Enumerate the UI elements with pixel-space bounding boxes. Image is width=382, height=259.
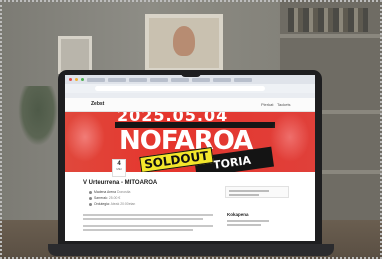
description-line xyxy=(83,218,203,220)
banner-strip-text: TORIA xyxy=(212,153,252,172)
browser-tab[interactable] xyxy=(87,77,105,82)
ticket-box-line xyxy=(229,190,269,192)
portrait-figure xyxy=(173,26,195,56)
schedule-value: Ateak 20:00etan xyxy=(110,202,136,206)
description-line xyxy=(83,225,213,227)
venue-city: Donostia xyxy=(117,190,131,194)
date-month: MEI xyxy=(116,167,122,171)
venue-label: Madena Arena xyxy=(94,190,117,194)
price-label: Sarrerak: xyxy=(94,196,109,200)
window-minimize-dot[interactable] xyxy=(75,78,78,81)
description-line xyxy=(83,229,193,231)
camera-notch xyxy=(181,70,201,77)
url-field[interactable] xyxy=(95,86,265,91)
schedule-label: Ordutegia: xyxy=(94,202,111,206)
window-close-dot[interactable] xyxy=(69,78,72,81)
nav-link[interactable]: Tackets xyxy=(277,102,291,107)
browser-tab[interactable] xyxy=(234,77,252,82)
ticket-box-line xyxy=(229,194,259,196)
background-blur xyxy=(65,112,105,162)
browser-tab[interactable] xyxy=(129,77,147,82)
browser-tab[interactable] xyxy=(108,77,126,82)
description-line xyxy=(83,214,213,216)
event-date-badge: 4 MEI xyxy=(112,159,126,177)
ticket-icon xyxy=(89,196,92,200)
event-schedule: Ordutegia: Ateak 20:00etan xyxy=(89,202,135,206)
price-value: 25.00 € xyxy=(108,196,121,200)
event-venue: Madena Arena Donostia xyxy=(89,190,130,194)
location-line xyxy=(227,220,269,222)
laptop-base xyxy=(48,244,334,256)
location-icon xyxy=(89,190,92,194)
clock-icon xyxy=(89,202,92,206)
plant xyxy=(18,86,58,146)
browser-tab[interactable] xyxy=(213,77,231,82)
wall-picture-frame xyxy=(58,36,92,74)
address-bar xyxy=(65,84,315,93)
browser-tab[interactable] xyxy=(150,77,168,82)
background-blur xyxy=(270,112,310,162)
shelf-board xyxy=(280,34,382,38)
window-zoom-dot[interactable] xyxy=(81,78,84,81)
event-details: V Urteurrena - MITOAROA Madena Arena Don… xyxy=(65,172,315,241)
wall-portrait-frame xyxy=(145,14,223,72)
event-price: Sarrerak: 25.00 € xyxy=(89,196,120,200)
site-logo[interactable]: Zebst xyxy=(91,101,104,107)
books xyxy=(288,8,368,32)
site-header: Zebst Pierkat Tackets xyxy=(65,98,315,112)
nav-link[interactable]: Pierkat xyxy=(261,102,273,107)
location-heading: Kokapena xyxy=(227,212,249,217)
browser-tab[interactable] xyxy=(171,77,189,82)
event-title: V Urteurrena - MITOAROA xyxy=(83,180,158,186)
ticket-box[interactable] xyxy=(225,186,289,198)
photo-scene: Zebst Pierkat Tackets 2025.05.04 NOFAROA… xyxy=(0,0,382,259)
location-line xyxy=(227,224,261,226)
browser-tab[interactable] xyxy=(192,77,210,82)
